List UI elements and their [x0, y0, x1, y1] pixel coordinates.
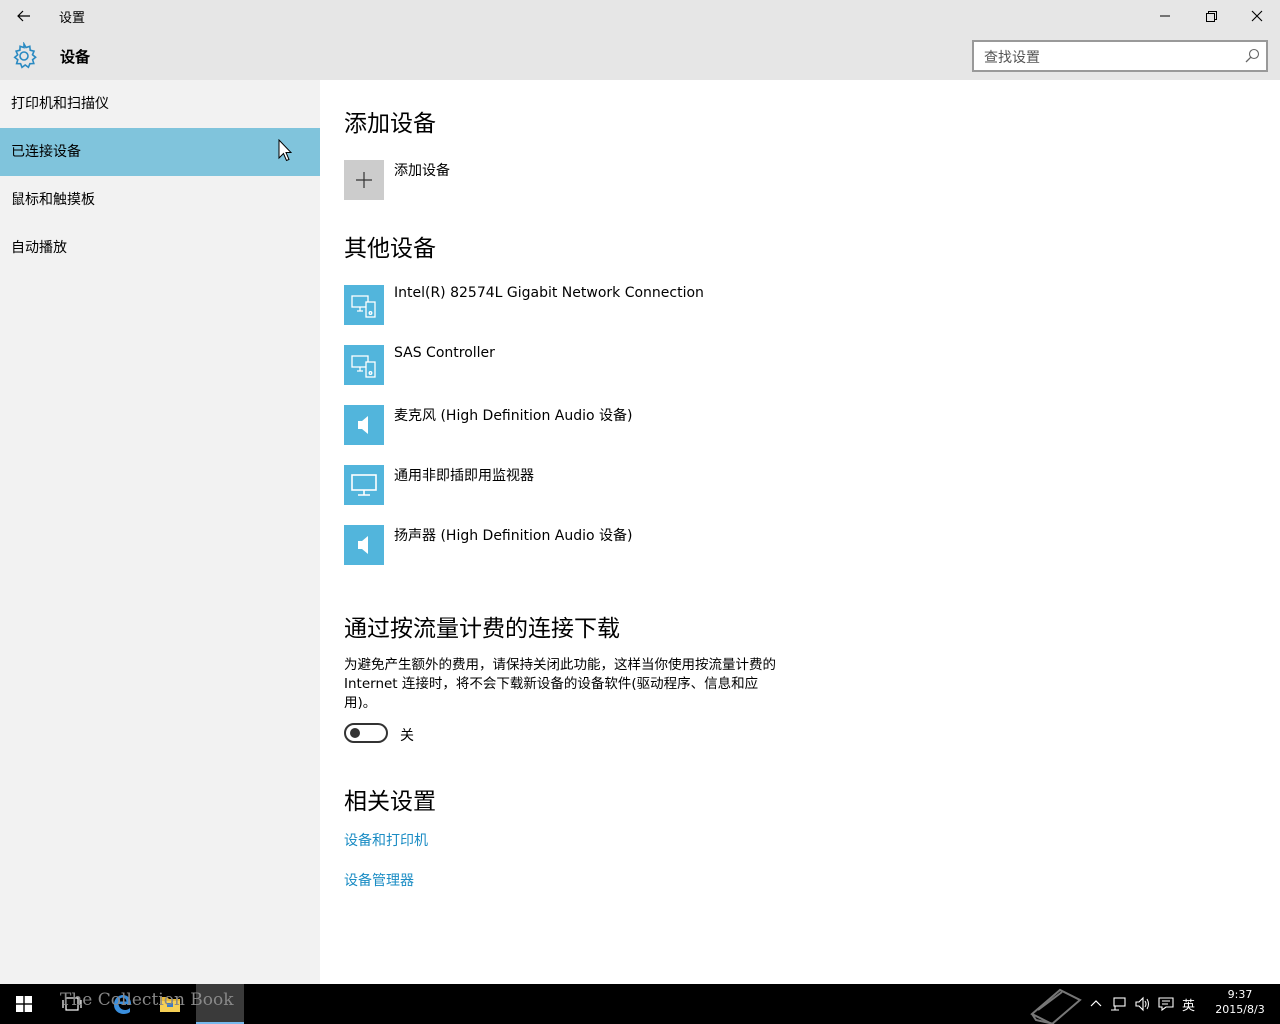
minimize-button[interactable]	[1142, 0, 1188, 32]
clock-date: 2015/8/3	[1215, 1003, 1265, 1016]
watermark-text: The Collection Book	[60, 990, 234, 1010]
speaker-icon	[358, 416, 368, 434]
device-item[interactable]: Intel(R) 82574L Gigabit Network Connecti…	[344, 285, 944, 325]
minimize-icon	[1160, 15, 1170, 17]
device-item[interactable]: 麦克风 (High Definition Audio 设备)	[344, 405, 944, 445]
back-button[interactable]	[0, 0, 48, 32]
devices-and-printers-link[interactable]: 设备和打印机	[344, 830, 428, 850]
gear-icon	[13, 42, 37, 69]
clock-time: 9:37	[1227, 988, 1253, 1001]
toggle-knob	[350, 728, 360, 738]
metered-description: 为避免产生额外的费用，请保持关闭此功能，这样当你使用按流量计费的 Interne…	[344, 657, 776, 711]
windows-logo-icon	[16, 996, 32, 1012]
window-title: 设置	[59, 11, 86, 26]
other-devices-heading: 其他设备	[344, 236, 436, 262]
device-name: SAS Controller	[394, 345, 495, 361]
page-title: 设备	[60, 48, 91, 66]
taskbar: The Collection Book 英 9:37 2015/8/3	[0, 984, 1280, 1024]
input-method-indicator[interactable]: 英	[1182, 995, 1195, 1014]
close-icon	[1251, 10, 1263, 22]
metered-download-toggle[interactable]	[344, 723, 388, 743]
add-devices-heading: 添加设备	[344, 111, 436, 137]
devices-icon	[351, 355, 376, 378]
speaker-icon	[358, 536, 368, 554]
toggle-state-label: 关	[400, 728, 414, 744]
device-name: 扬声器 (High Definition Audio 设备)	[394, 528, 633, 544]
monitor-icon	[351, 474, 377, 496]
sidebar: 打印机和扫描仪 已连接设备 鼠标和触摸板 自动播放	[0, 80, 320, 984]
device-item[interactable]: 通用非即插即用监视器	[344, 465, 944, 505]
device-tile	[344, 405, 384, 445]
devices-icon	[351, 295, 376, 318]
device-name: 通用非即插即用监视器	[394, 468, 534, 484]
plus-icon	[356, 172, 372, 188]
device-item[interactable]: 扬声器 (High Definition Audio 设备)	[344, 525, 944, 565]
main-content: 添加设备 添加设备 其他设备 Intel(R) 82574L Gigabit N…	[320, 80, 1280, 984]
device-tile	[344, 465, 384, 505]
volume-icon[interactable]	[1134, 996, 1150, 1012]
start-button[interactable]	[0, 984, 48, 1024]
search-input[interactable]: 查找设置	[972, 40, 1268, 72]
device-manager-link[interactable]: 设备管理器	[344, 870, 414, 890]
device-tile	[344, 345, 384, 385]
mouse-cursor-icon	[278, 139, 292, 162]
search-icon[interactable]	[1244, 48, 1260, 64]
back-arrow-icon	[17, 10, 30, 22]
search-placeholder: 查找设置	[984, 50, 1040, 66]
close-button[interactable]	[1234, 0, 1280, 32]
sidebar-item-mouse-touchpad[interactable]: 鼠标和触摸板	[0, 176, 320, 224]
restore-icon	[1205, 10, 1217, 22]
device-tile	[344, 525, 384, 565]
metered-download-heading: 通过按流量计费的连接下载	[344, 616, 620, 642]
restore-button[interactable]	[1188, 0, 1234, 32]
device-tile	[344, 285, 384, 325]
sidebar-item-printers[interactable]: 打印机和扫描仪	[0, 80, 320, 128]
device-name: Intel(R) 82574L Gigabit Network Connecti…	[394, 285, 704, 301]
taskbar-clock[interactable]: 9:37 2015/8/3	[1212, 987, 1268, 1017]
title-bar: 设置	[0, 0, 1280, 32]
notifications-icon[interactable]	[1158, 996, 1174, 1012]
device-item[interactable]: SAS Controller	[344, 345, 944, 385]
related-settings-heading: 相关设置	[344, 789, 436, 815]
sidebar-item-connected-devices[interactable]: 已连接设备	[0, 128, 320, 176]
add-device-button[interactable]: 添加设备	[344, 160, 944, 200]
add-device-label: 添加设备	[394, 163, 450, 179]
device-name: 麦克风 (High Definition Audio 设备)	[394, 408, 633, 424]
add-tile	[344, 160, 384, 200]
page-header: 设备 查找设置	[0, 32, 1280, 80]
network-icon[interactable]	[1110, 996, 1126, 1012]
sidebar-item-autoplay[interactable]: 自动播放	[0, 224, 320, 272]
chevron-up-icon[interactable]	[1088, 996, 1104, 1012]
